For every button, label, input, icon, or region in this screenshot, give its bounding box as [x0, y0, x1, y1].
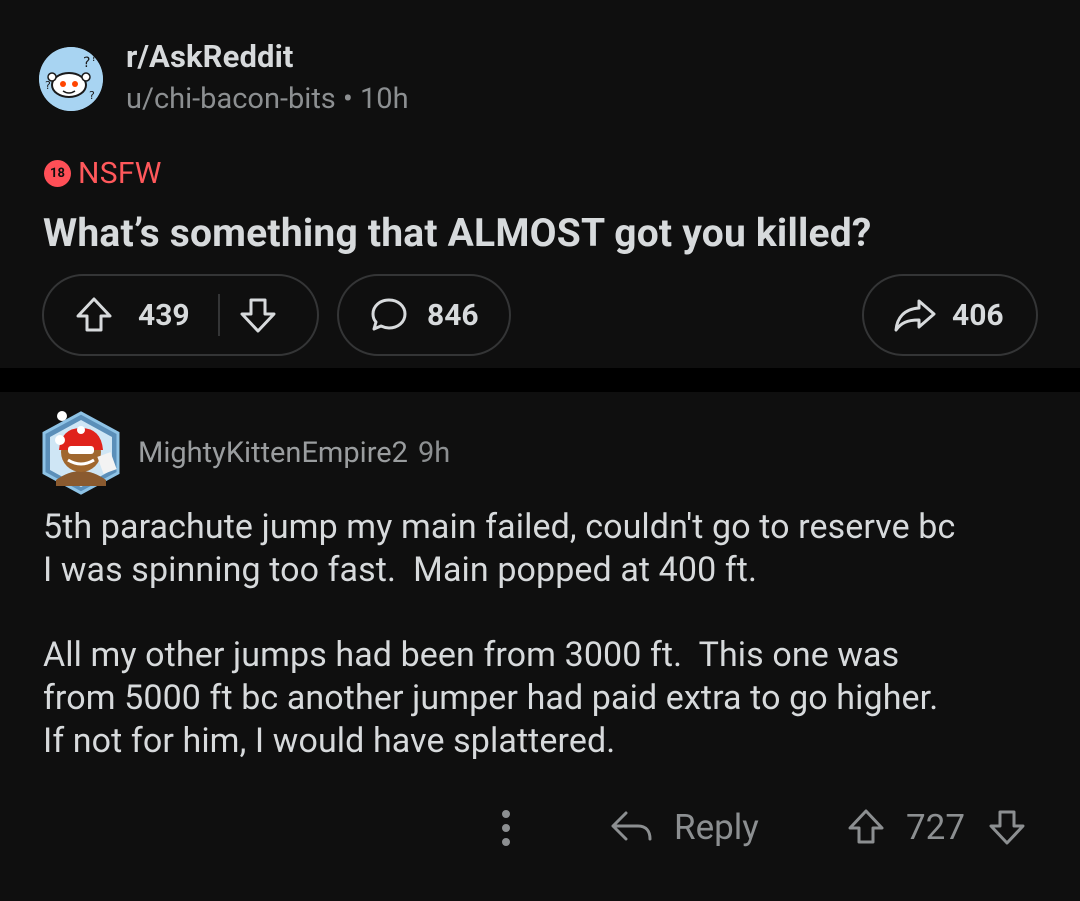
post-card: ? ? ? ? r/AskReddit u/chi-bacon-bits • 1…	[0, 0, 1080, 368]
svg-text:?: ?	[45, 79, 51, 92]
upvote-count: 439	[138, 297, 190, 333]
nsfw-label: NSFW	[78, 155, 162, 191]
meta-separator: •	[342, 82, 353, 116]
post-age: 10h	[359, 82, 409, 116]
comment-paragraph: All my other jumps had been from 3000 ft…	[43, 635, 939, 761]
comment-card: MightyKittenEmpire2 9h 5th parachute jump…	[0, 392, 1080, 901]
svg-text:?: ?	[89, 89, 95, 102]
nsfw-18-icon: 18	[44, 159, 71, 187]
comment-body: 5th parachute jump my main failed, could…	[43, 506, 1043, 763]
section-divider	[0, 368, 1080, 392]
snoo-avatar-icon	[42, 411, 120, 495]
speech-bubble-icon	[369, 295, 409, 335]
post-title[interactable]: What’s something that ALMOST got you kil…	[43, 210, 872, 256]
downvote-arrow-icon[interactable]	[238, 295, 278, 335]
share-arrow-icon	[892, 295, 938, 335]
comment-paragraph: 5th parachute jump my main failed, could…	[43, 507, 956, 590]
subreddit-name[interactable]: r/AskReddit	[126, 38, 293, 75]
reply-arrow-icon	[608, 807, 654, 847]
subreddit-avatar[interactable]: ? ? ? ?	[39, 47, 103, 111]
reply-button[interactable]: Reply	[608, 802, 759, 852]
comment-score: 727	[906, 806, 966, 848]
post-meta: u/chi-bacon-bits • 10h	[126, 82, 409, 116]
snoo-question-icon: ? ? ? ?	[39, 47, 103, 111]
vertical-dots-icon[interactable]	[494, 804, 518, 852]
upvote-arrow-icon[interactable]	[846, 807, 886, 847]
vote-divider	[217, 294, 220, 336]
share-count: 406	[952, 297, 1004, 333]
comments-button[interactable]: 846	[337, 274, 511, 356]
post-author[interactable]: u/chi-bacon-bits	[126, 82, 336, 116]
post-vote-bar: 439	[42, 274, 319, 356]
reply-label: Reply	[674, 806, 759, 848]
svg-text:?: ?	[83, 55, 90, 71]
nsfw-tag: 18 NSFW	[44, 155, 162, 191]
downvote-arrow-icon[interactable]	[987, 807, 1027, 847]
upvote-arrow-icon[interactable]	[74, 295, 114, 335]
comment-age: 9h	[417, 436, 451, 470]
comment-header: MightyKittenEmpire2 9h	[138, 436, 450, 470]
comment-vote-bar: 727	[846, 802, 1027, 852]
commenter-avatar[interactable]	[38, 410, 124, 496]
comment-count: 846	[427, 297, 479, 333]
comment-actions: Reply 727	[0, 802, 1080, 852]
comment-username[interactable]: MightyKittenEmpire2	[138, 436, 408, 470]
svg-text:?: ?	[91, 51, 97, 64]
share-button[interactable]: 406	[862, 274, 1038, 356]
